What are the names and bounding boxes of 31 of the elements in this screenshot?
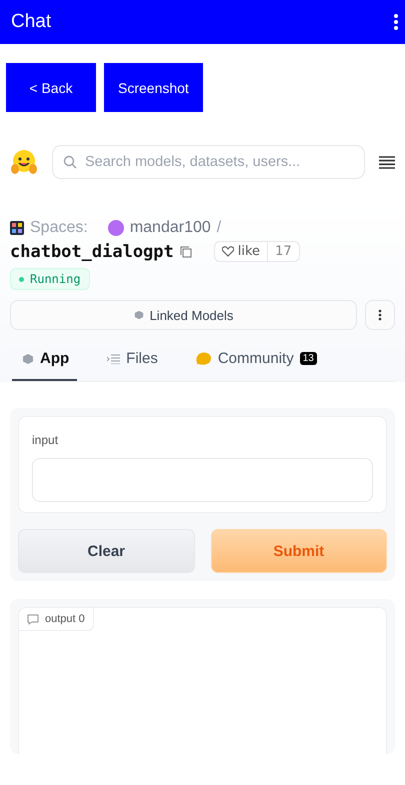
- chat-bubble-icon: [196, 352, 212, 366]
- space-name: chatbot_dialogpt: [10, 242, 174, 262]
- tab[interactable]: Files: [97, 338, 166, 381]
- copy-icon[interactable]: [180, 246, 192, 258]
- section-label: Spaces:: [30, 219, 88, 237]
- output-label: output 0: [19, 608, 94, 631]
- cube-icon: [22, 352, 34, 364]
- list-icon: [107, 354, 120, 364]
- tab[interactable]: App: [12, 338, 78, 381]
- search-field[interactable]: Search models, datasets, users...: [52, 145, 365, 179]
- owner-link[interactable]: mandar100: [130, 219, 211, 237]
- spaces-icon: [10, 221, 24, 235]
- menu-icon[interactable]: [379, 156, 395, 168]
- count-badge: 13: [300, 352, 317, 365]
- more-icon: [378, 309, 382, 321]
- action-button[interactable]: < Back: [6, 63, 96, 112]
- avatar-icon: [108, 220, 124, 236]
- linked-models-button[interactable]: Linked Models: [10, 300, 357, 330]
- input-field[interactable]: [32, 458, 373, 502]
- heart-icon: [222, 246, 234, 257]
- chat-icon: [27, 614, 39, 624]
- input-label: input: [32, 433, 58, 447]
- status-badge: Running: [10, 268, 90, 290]
- like-button[interactable]: like 17: [214, 241, 300, 262]
- action-button[interactable]: Screenshot: [104, 63, 203, 112]
- more-icon[interactable]: [393, 13, 399, 31]
- tab[interactable]: Community 13: [186, 338, 325, 381]
- app-title: Chat: [11, 11, 52, 33]
- cube-icon: [134, 310, 144, 320]
- clear-button[interactable]: Clear: [18, 529, 194, 573]
- path-separator: /: [216, 219, 222, 237]
